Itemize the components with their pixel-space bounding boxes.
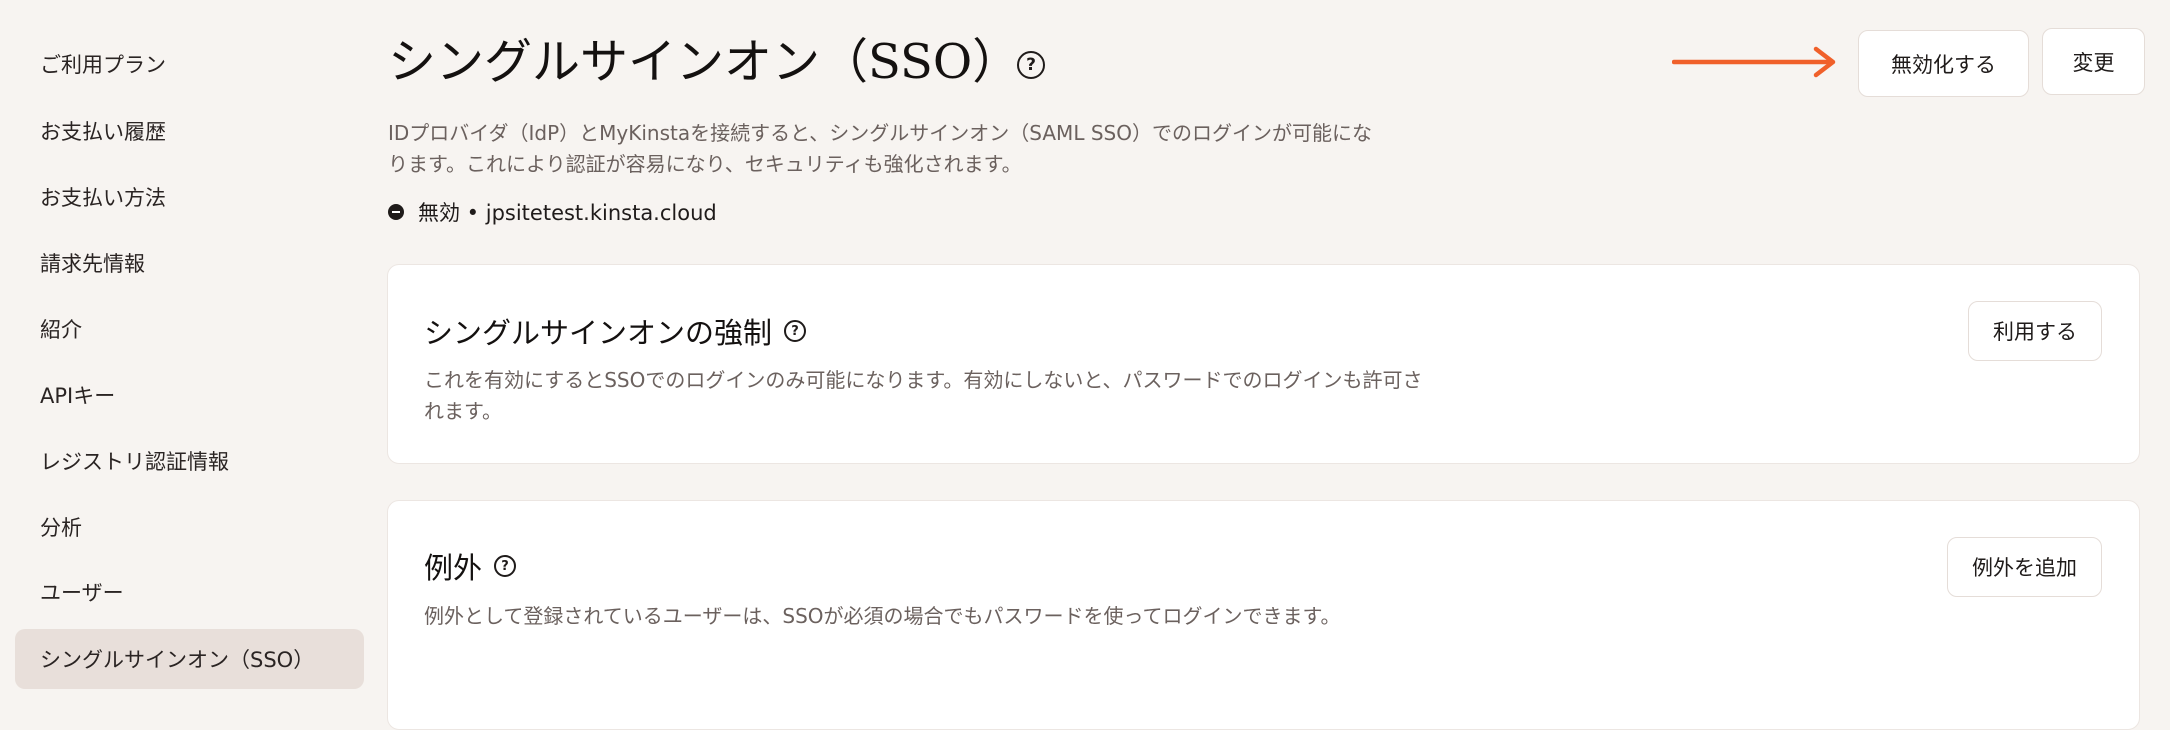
question-circle-icon[interactable]: ?	[494, 555, 517, 577]
sidebar: ご利用プラン お支払い履歴 お支払い方法 請求先情報 紹介 APIキー レジスト…	[0, 0, 375, 706]
sidebar-item-label: シングルサインオン（SSO）	[40, 648, 315, 672]
sidebar-item-users[interactable]: ユーザー	[15, 562, 364, 622]
enforce-sso-card: シングルサインオンの強制 ? これを有効にするとSSOでのログインのみ可能になり…	[387, 264, 2140, 464]
sidebar-item-sso[interactable]: シングルサインオン（SSO）	[15, 629, 364, 689]
add-exception-button[interactable]: 例外を追加	[1947, 537, 2102, 597]
disable-button[interactable]: 無効化する	[1858, 30, 2029, 97]
exceptions-description: 例外として登録されているユーザーは、SSOが必須の場合でもパスワードを使ってログ…	[424, 604, 1341, 628]
question-circle-icon[interactable]: ?	[784, 320, 807, 342]
sidebar-item-label: お支払い方法	[40, 186, 166, 210]
page-title: シングルサインオン（SSO）	[388, 34, 1021, 90]
sidebar-item-api-keys[interactable]: APIキー	[15, 365, 364, 425]
sidebar-item-plan[interactable]: ご利用プラン	[15, 34, 364, 94]
exceptions-title: 例外	[424, 551, 483, 585]
sidebar-item-payment-history[interactable]: お支払い履歴	[15, 101, 364, 161]
enforce-sso-title: シングルサインオンの強制	[424, 316, 773, 350]
sidebar-item-label: ユーザー	[40, 581, 124, 605]
question-circle-icon[interactable]: ?	[1017, 51, 1045, 79]
sidebar-item-label: APIキー	[40, 384, 116, 408]
page-description: IDプロバイダ（IdP）とMyKinstaを接続すると、シングルサインオン（SA…	[388, 121, 1372, 176]
exceptions-card: 例外 ? 例外として登録されているユーザーは、SSOが必須の場合でもパスワードを…	[387, 500, 2140, 730]
enforce-sso-heading: シングルサインオンの強制 ?	[424, 310, 807, 352]
change-button-label: 変更	[2072, 50, 2115, 75]
add-exception-button-label: 例外を追加	[1972, 556, 2077, 580]
sidebar-item-label: 請求先情報	[40, 252, 145, 276]
sidebar-item-label: 紹介	[40, 318, 82, 342]
arrow-right-icon	[1672, 46, 1836, 78]
sidebar-item-analytics[interactable]: 分析	[15, 497, 364, 557]
disable-button-label: 無効化する	[1891, 52, 1996, 77]
exceptions-heading: 例外 ?	[424, 545, 517, 587]
sidebar-item-label: ご利用プラン	[40, 53, 166, 77]
sidebar-item-label: レジストリ認証情報	[40, 450, 229, 474]
minus-circle-icon	[388, 204, 404, 220]
sidebar-item-registry-credentials[interactable]: レジストリ認証情報	[15, 431, 364, 491]
sidebar-item-label: 分析	[40, 516, 82, 540]
sidebar-item-referral[interactable]: 紹介	[15, 299, 364, 359]
sidebar-item-payment-method[interactable]: お支払い方法	[15, 167, 364, 227]
status-text: 無効 • jpsitetest.kinsta.cloud	[418, 201, 717, 225]
enable-enforce-button[interactable]: 利用する	[1968, 301, 2102, 361]
sidebar-item-billing-info[interactable]: 請求先情報	[15, 233, 364, 293]
sidebar-item-label: お支払い履歴	[40, 120, 166, 144]
change-button[interactable]: 変更	[2042, 28, 2145, 95]
sso-status: 無効 • jpsitetest.kinsta.cloud	[388, 197, 717, 227]
enforce-sso-description: これを有効にするとSSOでのログインのみ可能になります。有効にしないと、パスワー…	[424, 368, 1423, 423]
enable-enforce-button-label: 利用する	[1993, 320, 2077, 344]
